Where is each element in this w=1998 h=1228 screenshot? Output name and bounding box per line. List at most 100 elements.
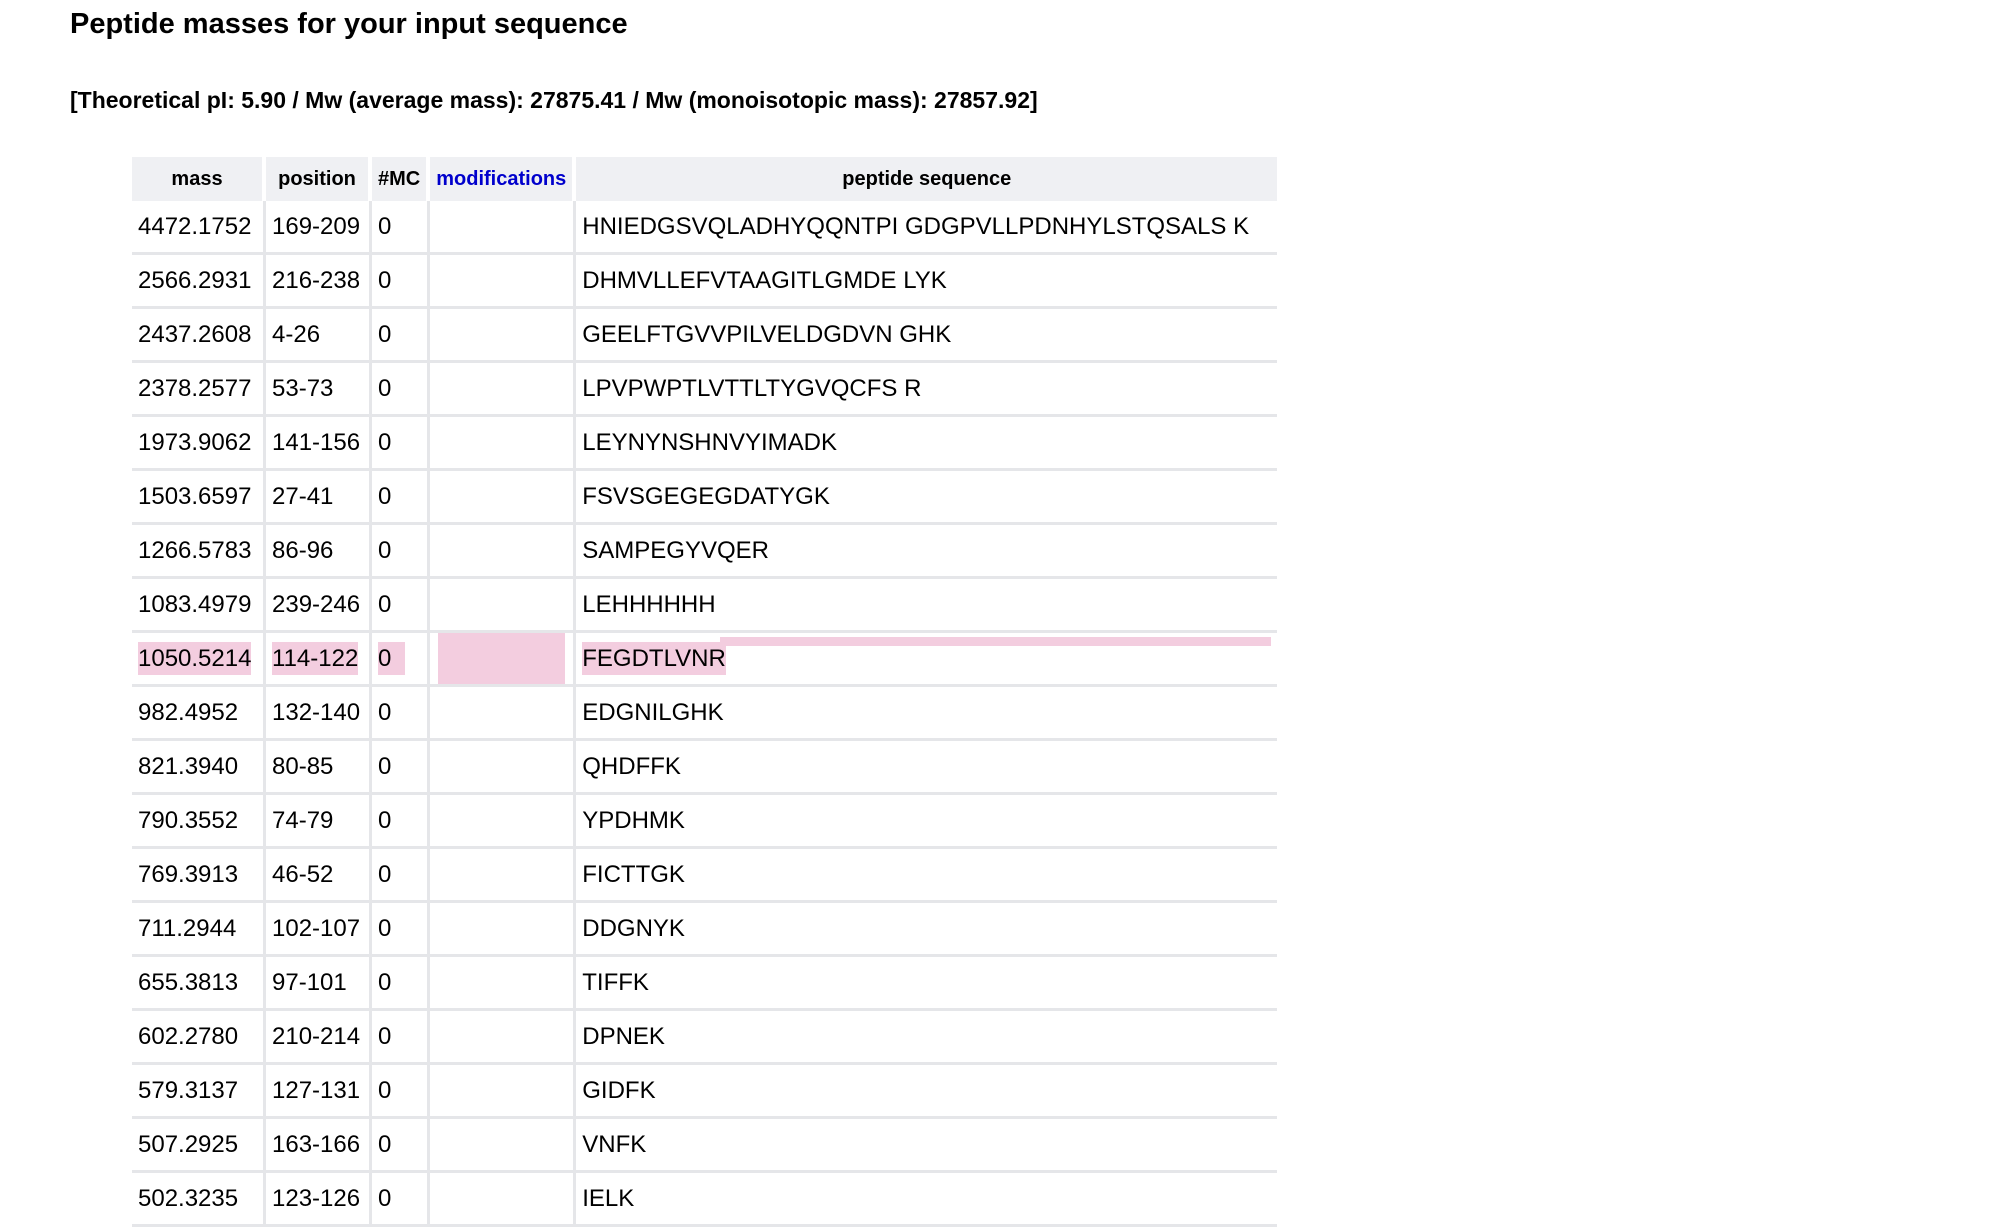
cell-position: 132-140 bbox=[266, 687, 372, 741]
cell-mass: 655.3813 bbox=[132, 957, 266, 1011]
cell-modifications bbox=[430, 1173, 577, 1227]
peptide-table-header: mass position #MC modifications peptide … bbox=[132, 157, 1278, 201]
cell-missed-cleavages: 0 bbox=[372, 525, 431, 579]
cell-modifications bbox=[430, 1065, 577, 1119]
cell-position: 46-52 bbox=[266, 849, 372, 903]
cell-position: 53-73 bbox=[266, 363, 372, 417]
cell-peptide-sequence: DDGNYK bbox=[576, 903, 1278, 957]
cell-mass: 1503.6597 bbox=[132, 471, 266, 525]
table-row: 1083.4979 239-246 0 LEHHHHHH bbox=[132, 579, 1278, 633]
highlighted-text: 1050.5214 bbox=[138, 641, 252, 675]
cell-modifications bbox=[430, 201, 577, 255]
table-row: 1973.9062 141-156 0 LEYNYNSHNVYIMADK bbox=[132, 417, 1278, 471]
header-modifications-link[interactable]: modifications bbox=[430, 157, 577, 201]
cell-peptide-sequence: FSVSGEGEGDATYGK bbox=[576, 471, 1278, 525]
cell-peptide-sequence: EDGNILGHK bbox=[576, 687, 1278, 741]
table-row: 579.3137 127-131 0 GIDFK bbox=[132, 1065, 1278, 1119]
cell-missed-cleavages: 0 bbox=[372, 309, 431, 363]
cell-position: 80-85 bbox=[266, 741, 372, 795]
cell-position: 239-246 bbox=[266, 579, 372, 633]
header-position: position bbox=[266, 157, 372, 201]
cell-missed-cleavages: 0 bbox=[372, 1011, 431, 1065]
highlight-block bbox=[438, 633, 566, 684]
cell-peptide-sequence: TIFFK bbox=[576, 957, 1278, 1011]
cell-mass: 769.3913 bbox=[132, 849, 266, 903]
table-row: 655.3813 97-101 0 TIFFK bbox=[132, 957, 1278, 1011]
cell-modifications bbox=[430, 633, 577, 687]
highlighted-text: FEGDTLVNR bbox=[582, 641, 726, 675]
cell-mass: 4472.1752 bbox=[132, 201, 266, 255]
cell-mass: 2437.2608 bbox=[132, 309, 266, 363]
cell-missed-cleavages: 0 bbox=[372, 363, 431, 417]
cell-mass: 507.2925 bbox=[132, 1119, 266, 1173]
cell-mass: 982.4952 bbox=[132, 687, 266, 741]
cell-missed-cleavages: 0 bbox=[372, 1173, 431, 1227]
cell-modifications bbox=[430, 795, 577, 849]
table-row: 507.2925 163-166 0 VNFK bbox=[132, 1119, 1278, 1173]
cell-modifications bbox=[430, 903, 577, 957]
cell-modifications bbox=[430, 255, 577, 309]
table-row: 769.3913 46-52 0 FICTTGK bbox=[132, 849, 1278, 903]
cell-missed-cleavages: 0 bbox=[372, 579, 431, 633]
cell-position: 102-107 bbox=[266, 903, 372, 957]
peptide-table-body: 4472.1752 169-209 0 HNIEDGSVQLADHYQQNTPI GD… bbox=[132, 201, 1278, 1227]
highlighted-text: 0 bbox=[378, 641, 406, 675]
cell-missed-cleavages: 0 bbox=[372, 795, 431, 849]
peptide-table: mass position #MC modifications peptide … bbox=[132, 157, 1278, 1227]
cell-position: 216-238 bbox=[266, 255, 372, 309]
cell-mass: 1050.5214 bbox=[132, 633, 266, 687]
cell-missed-cleavages: 0 bbox=[372, 687, 431, 741]
cell-modifications bbox=[430, 687, 577, 741]
cell-peptide-sequence: LEHHHHHH bbox=[576, 579, 1278, 633]
cell-position: 4-26 bbox=[266, 309, 372, 363]
cell-peptide-sequence: YPDHMK bbox=[576, 795, 1278, 849]
table-row: 2566.2931 216-238 0 DHMVLLEFVTAAGITLGMDE LY… bbox=[132, 255, 1278, 309]
cell-mass: 821.3940 bbox=[132, 741, 266, 795]
table-row: 1050.5214 114-122 0 FEGDTLVNR bbox=[132, 633, 1278, 687]
cell-mass: 1266.5783 bbox=[132, 525, 266, 579]
cell-modifications bbox=[430, 579, 577, 633]
cell-position: 141-156 bbox=[266, 417, 372, 471]
cell-peptide-sequence: HNIEDGSVQLADHYQQNTPI GDGPVLLPDNHYLSTQSAL… bbox=[576, 201, 1278, 255]
table-row: 2437.2608 4-26 0 GEELFTGVVPILVELDGDVN GHK bbox=[132, 309, 1278, 363]
cell-peptide-sequence: FICTTGK bbox=[576, 849, 1278, 903]
cell-mass: 602.2780 bbox=[132, 1011, 266, 1065]
cell-position: 74-79 bbox=[266, 795, 372, 849]
protein-summary: [Theoretical pI: 5.90 / Mw (average mass… bbox=[70, 87, 1038, 113]
cell-modifications bbox=[430, 849, 577, 903]
cell-peptide-sequence: FEGDTLVNR bbox=[576, 633, 1278, 687]
cell-position: 210-214 bbox=[266, 1011, 372, 1065]
cell-position: 123-126 bbox=[266, 1173, 372, 1227]
cell-position: 27-41 bbox=[266, 471, 372, 525]
table-row: 4472.1752 169-209 0 HNIEDGSVQLADHYQQNTPI GD… bbox=[132, 201, 1278, 255]
table-row: 790.3552 74-79 0 YPDHMK bbox=[132, 795, 1278, 849]
cell-mass: 2378.2577 bbox=[132, 363, 266, 417]
cell-peptide-sequence: GEELFTGVVPILVELDGDVN GHK bbox=[576, 309, 1278, 363]
cell-modifications bbox=[430, 1011, 577, 1065]
table-row: 1503.6597 27-41 0 FSVSGEGEGDATYGK bbox=[132, 471, 1278, 525]
cell-modifications bbox=[430, 957, 577, 1011]
cell-modifications bbox=[430, 741, 577, 795]
cell-peptide-sequence: SAMPEGYVQER bbox=[576, 525, 1278, 579]
cell-peptide-sequence: IELK bbox=[576, 1173, 1278, 1227]
cell-position: 169-209 bbox=[266, 201, 372, 255]
header-row: mass position #MC modifications peptide … bbox=[132, 157, 1278, 201]
cell-position: 97-101 bbox=[266, 957, 372, 1011]
cell-peptide-sequence: VNFK bbox=[576, 1119, 1278, 1173]
cell-modifications bbox=[430, 363, 577, 417]
cell-missed-cleavages: 0 bbox=[372, 417, 431, 471]
cell-mass: 1083.4979 bbox=[132, 579, 266, 633]
cell-position: 114-122 bbox=[266, 633, 372, 687]
cell-modifications bbox=[430, 1119, 577, 1173]
cell-missed-cleavages: 0 bbox=[372, 957, 431, 1011]
cell-missed-cleavages: 0 bbox=[372, 849, 431, 903]
cell-mass: 502.3235 bbox=[132, 1173, 266, 1227]
cell-peptide-sequence: LEYNYNSHNVYIMADK bbox=[576, 417, 1278, 471]
cell-modifications bbox=[430, 525, 577, 579]
cell-position: 163-166 bbox=[266, 1119, 372, 1173]
page-title: Peptide masses for your input sequence bbox=[70, 8, 628, 40]
table-row: 821.3940 80-85 0 QHDFFK bbox=[132, 741, 1278, 795]
cell-mass: 790.3552 bbox=[132, 795, 266, 849]
cell-peptide-sequence: DPNEK bbox=[576, 1011, 1278, 1065]
cell-missed-cleavages: 0 bbox=[372, 471, 431, 525]
